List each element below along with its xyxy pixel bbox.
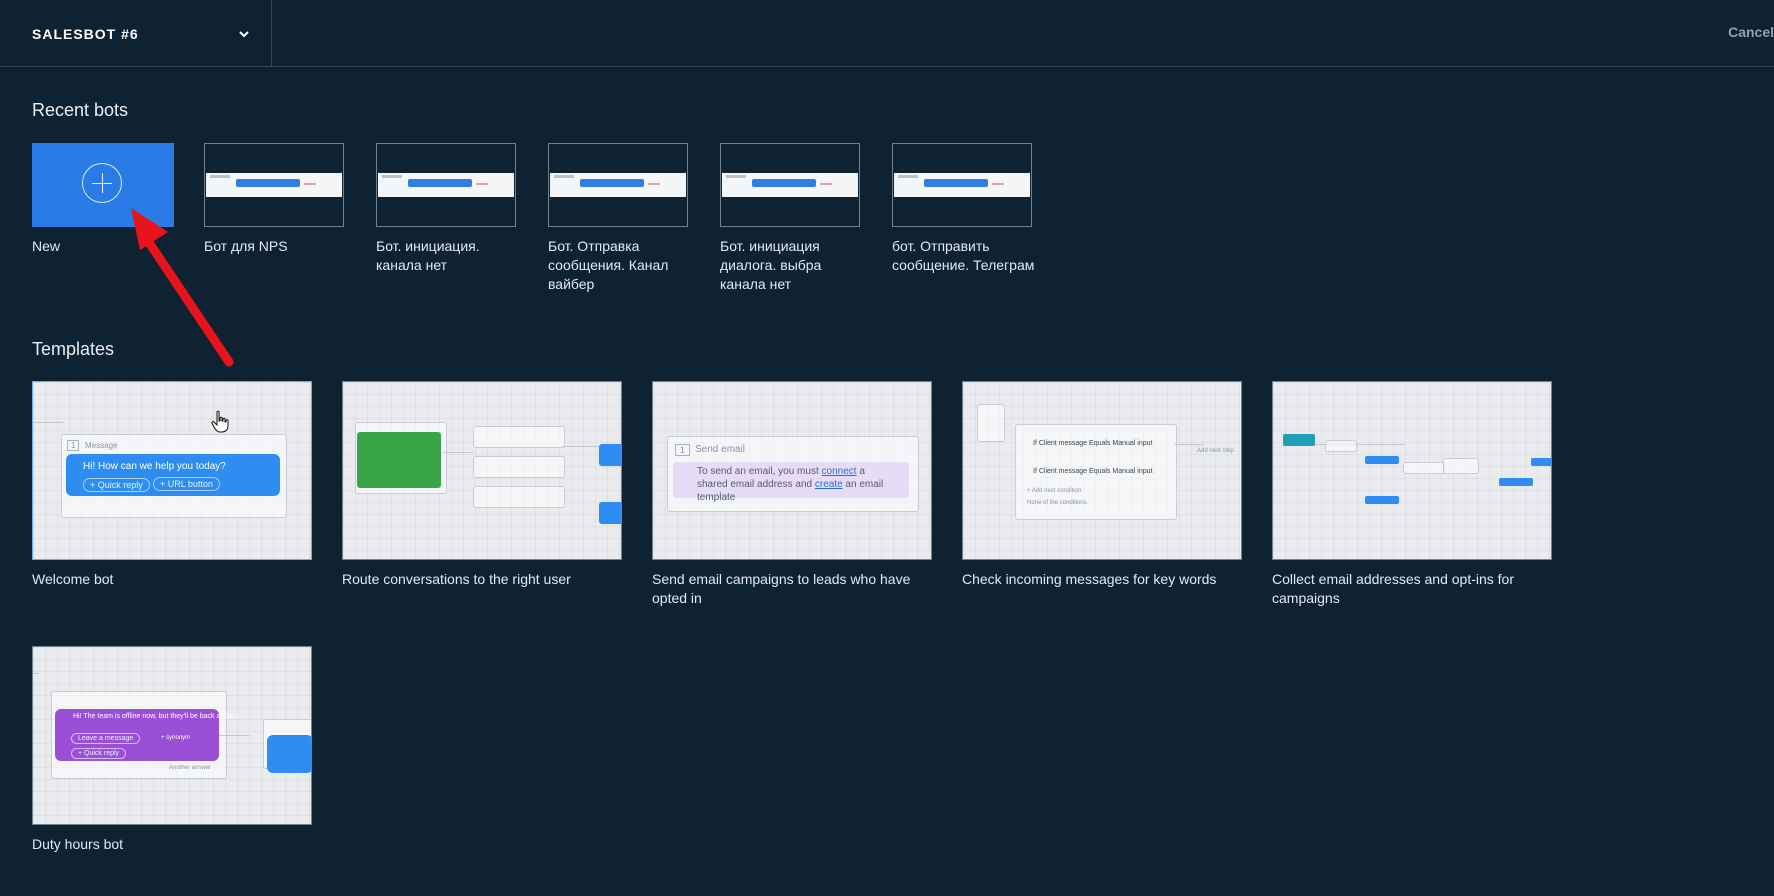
preview-leave-message: Leave a message bbox=[71, 733, 141, 744]
preview-step: 1 bbox=[675, 444, 691, 456]
template-card-duty-hours[interactable]: Hi! The team is offline now, but they'll… bbox=[32, 646, 322, 854]
template-label: Route conversations to the right user bbox=[342, 571, 571, 587]
recent-bot-card[interactable]: Бот для NPS bbox=[204, 143, 352, 256]
recent-bot-card[interactable]: бот. Отправить сообщение. Телеграм bbox=[892, 143, 1040, 275]
bot-selector-dropdown[interactable]: SALESBOT #6 bbox=[0, 0, 272, 67]
preview-blue-block bbox=[599, 502, 621, 524]
chevron-down-icon bbox=[239, 31, 249, 38]
preview-message-text: Hi! How can we help you today? bbox=[83, 461, 226, 472]
hand-cursor-icon bbox=[211, 410, 229, 433]
new-bot-card[interactable]: New bbox=[32, 143, 174, 256]
preview-blue-block bbox=[599, 444, 621, 466]
template-label: Duty hours bot bbox=[32, 836, 124, 852]
recent-bot-label: бот. Отправить сообщение. Телеграм bbox=[892, 238, 1035, 273]
preview-node bbox=[1443, 458, 1479, 474]
preview-step: 1 bbox=[67, 440, 80, 451]
template-thumbnail: If Client message Equals Manual input If… bbox=[962, 381, 1242, 560]
new-bot-tile[interactable] bbox=[32, 143, 174, 227]
preview-another-answer: Another answer bbox=[169, 765, 212, 771]
cancel-button[interactable]: Cancel bbox=[1728, 24, 1774, 40]
template-card-route-conversations[interactable]: Route conversations to the right user bbox=[342, 381, 632, 589]
preview-node bbox=[1403, 462, 1445, 474]
template-thumbnail: 1 Send email To send an email, you must … bbox=[652, 381, 932, 560]
recent-bot-label: Бот. инициация. канала нет bbox=[376, 238, 480, 273]
preview-blue-block bbox=[1365, 496, 1399, 504]
recent-bot-card[interactable]: Бот. Отправка сообщения. Канал вайбер bbox=[548, 143, 696, 294]
preview-node bbox=[473, 486, 565, 508]
recent-bot-thumbnail bbox=[204, 143, 344, 227]
preview-url-button: + URL button bbox=[153, 477, 220, 491]
preview-node bbox=[1325, 440, 1357, 452]
preview-node-title: Message bbox=[85, 441, 118, 450]
preview-add-next: Add next step bbox=[1197, 448, 1234, 454]
recent-bot-label: Бот. Отправка сообщения. Канал вайбер bbox=[548, 238, 669, 292]
template-label: Send email campaigns to leads who have o… bbox=[652, 571, 911, 606]
template-label: Check incoming messages for key words bbox=[962, 571, 1217, 587]
recent-bot-thumbnail bbox=[892, 143, 1032, 227]
recent-bots-title: Recent bots bbox=[32, 100, 129, 120]
bot-name: SALESBOT #6 bbox=[32, 25, 139, 42]
template-label: Welcome bot bbox=[32, 571, 114, 587]
recent-bot-thumbnail bbox=[548, 143, 688, 227]
template-card-keywords[interactable]: If Client message Equals Manual input If… bbox=[962, 381, 1252, 589]
template-thumbnail: Hi! The team is offline now, but they'll… bbox=[32, 646, 312, 825]
preview-blue-block bbox=[267, 735, 311, 773]
preview-blue-block bbox=[1365, 456, 1399, 464]
template-card-welcome-bot[interactable]: 1 Message Hi! How can we help you today?… bbox=[32, 381, 322, 589]
template-thumbnail: 1 Message Hi! How can we help you today?… bbox=[32, 381, 312, 560]
preview-add-condition: + Add next condition bbox=[1027, 488, 1082, 494]
preview-node-title: Send email bbox=[695, 444, 746, 455]
preview-condition: If Client message Equals Manual input bbox=[1033, 440, 1153, 447]
template-label: Collect email addresses and opt-ins for … bbox=[1272, 571, 1515, 606]
plus-circle-icon bbox=[82, 163, 122, 203]
preview-blue-block bbox=[1531, 458, 1551, 466]
preview-condition: If Client message Equals Manual input bbox=[1033, 468, 1153, 475]
preview-none-condition: None of the conditions bbox=[1027, 500, 1087, 506]
top-bar: SALESBOT #6 Cancel bbox=[0, 0, 1774, 67]
templates-title: Templates bbox=[32, 339, 115, 359]
recent-bot-card[interactable]: Бот. инициация. канала нет bbox=[376, 143, 524, 275]
template-thumbnail bbox=[342, 381, 622, 560]
preview-synonym: + synonym bbox=[161, 735, 191, 741]
preview-blue-block bbox=[1499, 478, 1533, 486]
preview-duty-message: Hi! The team is offline now, but they'll… bbox=[73, 713, 240, 720]
template-card-collect-emails[interactable]: Collect email addresses and opt-ins for … bbox=[1272, 381, 1562, 608]
new-bot-label: New bbox=[32, 238, 61, 254]
template-thumbnail bbox=[1272, 381, 1552, 560]
recent-bot-thumbnail bbox=[720, 143, 860, 227]
preview-quick-reply: + Quick reply bbox=[83, 478, 150, 492]
recent-bot-thumbnail bbox=[376, 143, 516, 227]
preview-node bbox=[977, 404, 1005, 442]
preview-green-block bbox=[357, 432, 441, 488]
recent-bot-label: Бот для NPS bbox=[204, 238, 288, 254]
template-card-email-campaigns[interactable]: 1 Send email To send an email, you must … bbox=[652, 381, 942, 608]
preview-quick-reply: + Quick reply bbox=[71, 748, 127, 759]
preview-node bbox=[473, 456, 565, 478]
recent-bot-card[interactable]: Бот. инициация диалога. выбра канала нет bbox=[720, 143, 868, 294]
preview-node bbox=[473, 426, 565, 448]
recent-bot-label: Бот. инициация диалога. выбра канала нет bbox=[720, 238, 822, 292]
preview-email-text: To send an email, you must connect a sha… bbox=[697, 466, 884, 503]
